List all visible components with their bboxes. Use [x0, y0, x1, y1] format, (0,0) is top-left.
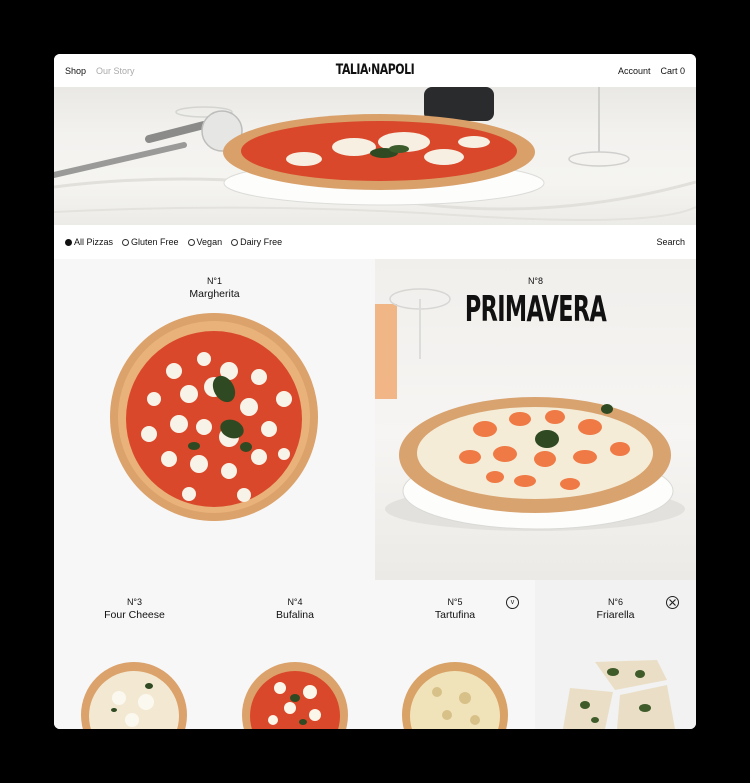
- search-link[interactable]: Search: [656, 237, 685, 247]
- vegan-badge-icon: v: [506, 596, 519, 609]
- nav-left: Shop Our Story: [65, 66, 135, 76]
- bufalina-pizza-image: [242, 662, 348, 729]
- margherita-pizza-image: [110, 313, 318, 521]
- nav-link-shop[interactable]: Shop: [65, 66, 86, 76]
- account-link[interactable]: Account: [618, 66, 651, 76]
- product-card-tartufina[interactable]: N°5 Tartufina v: [375, 580, 535, 729]
- nav-link-our-story[interactable]: Our Story: [96, 66, 135, 76]
- radio-icon: [187, 238, 195, 246]
- product-card-primavera[interactable]: N°8 PRIMAVERA: [375, 259, 696, 580]
- cross-icon: [669, 599, 676, 606]
- radio-selected-icon: [65, 238, 72, 246]
- filter-label: Vegan: [196, 237, 223, 247]
- cart-link[interactable]: Cart 0: [660, 66, 685, 76]
- four-cheese-pizza-image: [81, 662, 187, 729]
- product-card-four-cheese[interactable]: N°3 Four Cheese: [54, 580, 215, 729]
- filter-vegan[interactable]: Vegan: [187, 237, 223, 247]
- close-icon[interactable]: [666, 596, 679, 609]
- logo-text-right: NAPOLI: [371, 62, 415, 78]
- logo-text-left: TALIA: [335, 62, 369, 78]
- filter-label: All Pizzas: [74, 237, 114, 247]
- filter-label: Dairy Free: [240, 237, 283, 247]
- vegan-badge-label: v: [510, 599, 515, 606]
- browser-window: Shop Our Story TALIA NAPOLI Account Cart …: [54, 54, 696, 729]
- hero-image: [54, 87, 696, 225]
- filter-options: All Pizzas Gluten Free Vegan Dairy Free: [65, 237, 282, 247]
- filter-all-pizzas[interactable]: All Pizzas: [65, 237, 113, 247]
- filter-dairy-free[interactable]: Dairy Free: [231, 237, 282, 247]
- product-card-friarella[interactable]: N°6 Friarella: [535, 580, 696, 729]
- product-card-bufalina[interactable]: N°4 Bufalina: [215, 580, 375, 729]
- radio-icon: [122, 238, 130, 246]
- filter-gluten-free[interactable]: Gluten Free: [122, 237, 179, 247]
- hero-pizza-scene: [54, 87, 696, 221]
- nav-right: Account Cart 0: [618, 66, 685, 76]
- logo-dot-icon: [368, 66, 371, 72]
- filter-bar: All Pizzas Gluten Free Vegan Dairy Free …: [54, 225, 696, 259]
- product-number: N°8: [527, 276, 544, 286]
- top-navigation: Shop Our Story TALIA NAPOLI Account Cart …: [54, 54, 696, 87]
- filter-label: Gluten Free: [131, 237, 179, 247]
- brand-logo[interactable]: TALIA NAPOLI: [336, 61, 415, 79]
- radio-icon: [231, 238, 239, 246]
- product-name-display: PRIMAVERA: [464, 289, 607, 330]
- product-card-margherita[interactable]: N°1 Margherita: [54, 259, 375, 580]
